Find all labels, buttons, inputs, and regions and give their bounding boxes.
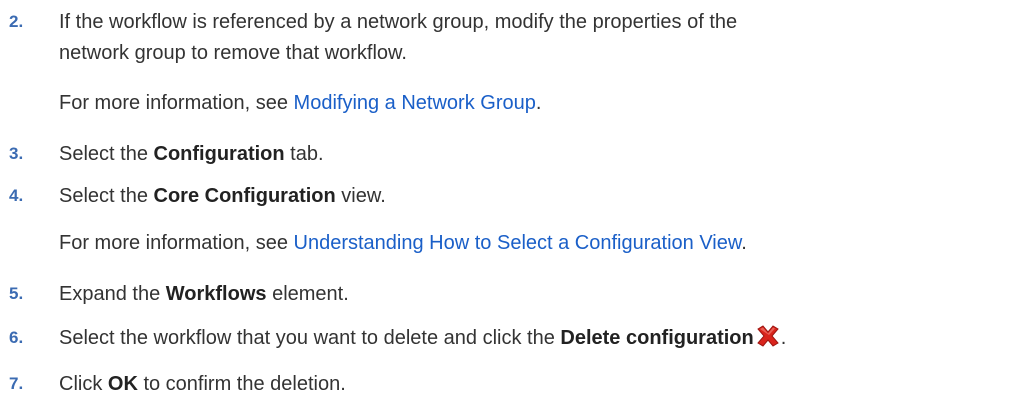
step-2-more-info: For more information, see Modifying a Ne… — [59, 88, 541, 118]
step-number: 6. — [9, 328, 24, 347]
step-number: 7. — [9, 374, 24, 393]
step-pre: Click — [59, 373, 108, 395]
step-post: . — [780, 327, 787, 349]
procedure-document: 2. If the workflow is referenced by a ne… — [0, 0, 1029, 415]
more-info-prefix: For more information, see — [59, 92, 294, 114]
step-pre: Expand the — [59, 283, 166, 305]
step-2-line2: network group to remove that workflow. — [59, 42, 407, 64]
delete-x-icon — [755, 325, 781, 356]
step-4-more-info: For more information, see Understanding … — [59, 228, 747, 258]
step-pre: Select the workflow that you want to del… — [59, 327, 561, 349]
step-text: Select the workflow that you want to del… — [59, 323, 786, 356]
step-number: 2. — [9, 12, 24, 31]
step-post: tab. — [284, 143, 324, 165]
step-text: Expand the Workflows element. — [59, 279, 349, 309]
ui-term-workflows: Workflows — [165, 283, 267, 305]
more-info-prefix: For more information, see — [59, 232, 294, 254]
more-info-suffix: . — [741, 232, 747, 254]
step-number: 5. — [9, 284, 24, 303]
ui-term-configuration: Configuration — [153, 143, 285, 165]
step-post: to confirm the deletion. — [137, 373, 346, 395]
step-post: element. — [266, 283, 349, 305]
more-info-suffix: . — [535, 92, 542, 114]
step-number: 3. — [9, 144, 24, 163]
step-pre: Select the — [59, 143, 154, 165]
step-pre: Select the — [59, 185, 154, 207]
link-modifying-network-group[interactable]: Modifying a Network Group — [294, 92, 536, 114]
ui-term-core-configuration: Core Configuration — [153, 185, 336, 207]
ui-term-delete-configuration: Delete configuration — [560, 327, 754, 349]
step-number: 4. — [9, 186, 24, 205]
step-text: Select the Configuration tab. — [59, 139, 324, 169]
step-text-line1: If the workflow is referenced by a netwo… — [59, 11, 738, 33]
step-post: view. — [335, 185, 386, 207]
step-text: Click OK to confirm the deletion. — [59, 369, 346, 399]
ui-term-ok: OK — [107, 373, 138, 395]
step-text: Select the Core Configuration view. — [59, 181, 386, 211]
link-understanding-config-view[interactable]: Understanding How to Select a Configurat… — [294, 232, 742, 254]
